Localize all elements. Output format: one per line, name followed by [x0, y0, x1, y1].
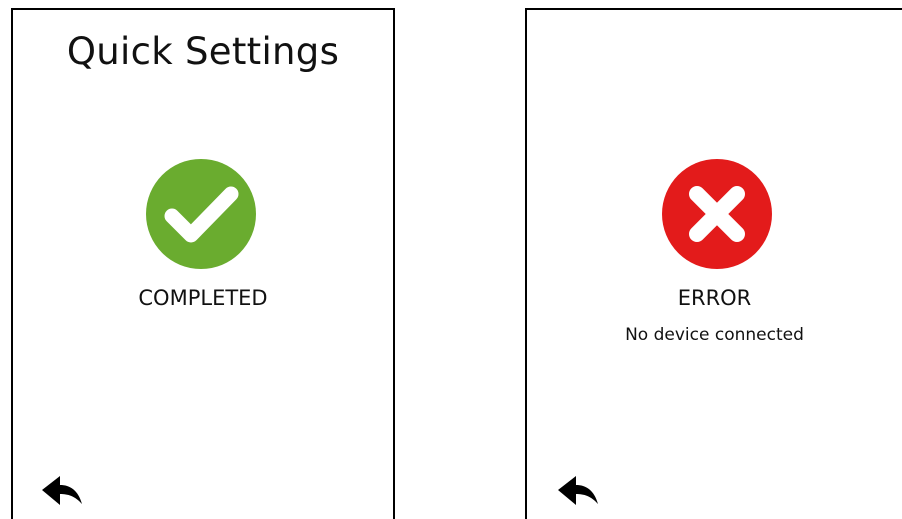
back-arrow-icon	[42, 476, 82, 505]
back-button[interactable]	[555, 473, 601, 511]
status-detail: No device connected	[625, 325, 804, 345]
status-label: COMPLETED	[138, 286, 268, 310]
error-screen: ERROR No device connected	[525, 8, 902, 519]
checkmark-circle-icon	[145, 158, 257, 270]
x-circle-icon	[661, 158, 773, 270]
completed-screen: Quick Settings COMPLETED	[11, 8, 395, 519]
success-circle	[146, 159, 256, 269]
page-title: Quick Settings	[66, 30, 340, 73]
back-arrow-icon	[558, 476, 598, 505]
status-label: ERROR	[677, 286, 752, 310]
back-button[interactable]	[39, 473, 85, 511]
